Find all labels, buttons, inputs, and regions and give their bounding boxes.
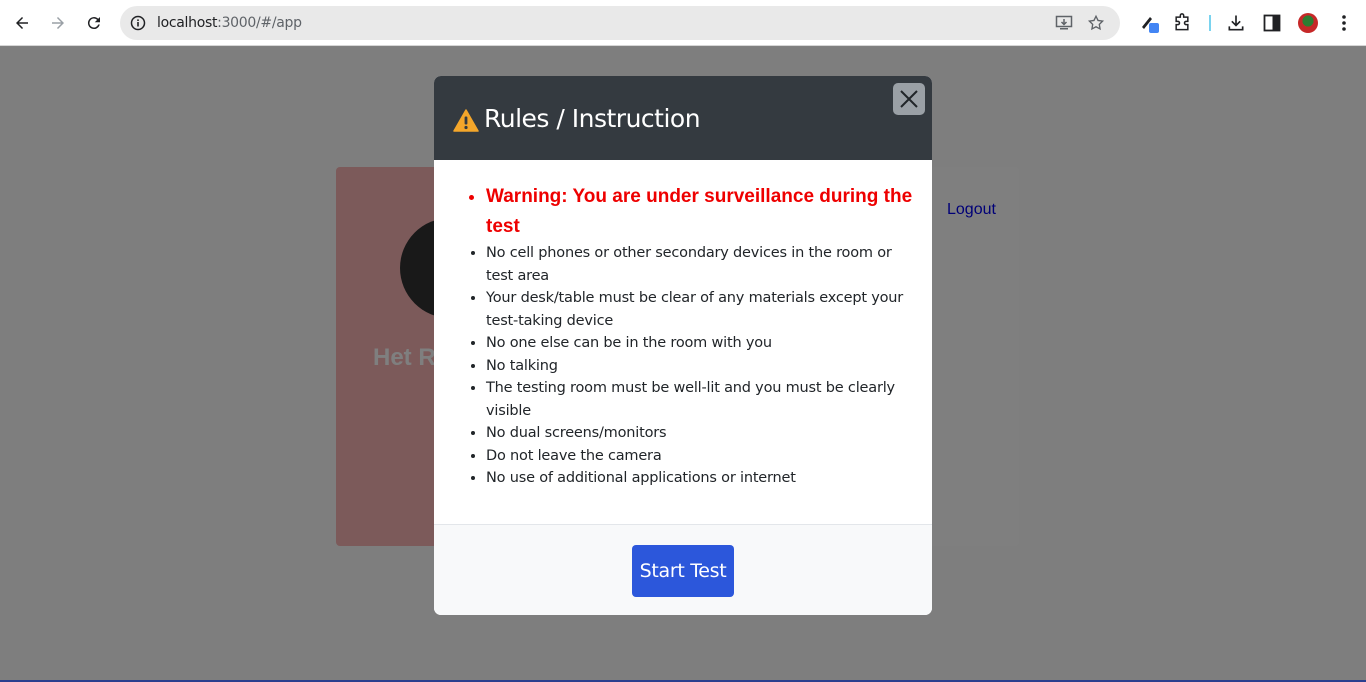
warning-icon (453, 109, 479, 132)
profile-avatar[interactable] (1298, 13, 1318, 33)
modal-body: Warning: You are under surveillance duri… (434, 160, 932, 524)
rule-item: No one else can be in the room with you (486, 332, 914, 355)
modal-footer: Start Test (434, 524, 932, 615)
extensions-puzzle-icon[interactable] (1171, 12, 1193, 34)
menu-kebab-icon[interactable] (1333, 12, 1355, 34)
reload-icon (87, 17, 100, 30)
rule-item: Do not leave the camera (486, 445, 914, 468)
toolbar-separator (1209, 15, 1211, 31)
bookmark-star-icon[interactable] (1086, 13, 1106, 33)
back-arrow-icon (16, 17, 28, 29)
address-bar[interactable]: localhost:3000/#/app (120, 6, 1120, 40)
forward-button[interactable] (44, 9, 72, 37)
rule-item: No use of additional applications or int… (486, 467, 914, 490)
rules-list: Warning: You are under surveillance duri… (486, 182, 914, 490)
rule-item: The testing room must be well-lit and yo… (486, 377, 914, 422)
reload-button[interactable] (80, 9, 108, 37)
rule-item: Your desk/table must be clear of any mat… (486, 287, 914, 332)
side-panel-icon[interactable] (1261, 12, 1283, 34)
extension-pen-icon[interactable] (1139, 12, 1161, 34)
modal-header: Rules / Instruction (434, 76, 932, 160)
download-icon[interactable] (1225, 12, 1247, 34)
url-text[interactable]: localhost:3000/#/app (157, 15, 302, 31)
close-icon (900, 90, 918, 108)
rule-item: No talking (486, 355, 914, 378)
url-path: :3000/#/app (217, 15, 302, 31)
site-info-icon[interactable] (128, 13, 148, 33)
rule-item: No dual screens/monitors (486, 422, 914, 445)
modal-title: Rules / Instruction (484, 104, 701, 133)
rule-item: No cell phones or other secondary device… (486, 242, 914, 287)
surveillance-warning: Warning: You are under surveillance duri… (486, 182, 914, 242)
url-host: localhost (157, 15, 218, 31)
forward-arrow-icon (52, 17, 64, 29)
rules-modal: Rules / Instruction Warning: You are und… (434, 76, 932, 615)
close-button[interactable] (893, 83, 925, 115)
browser-toolbar: localhost:3000/#/app (0, 0, 1366, 46)
start-test-button[interactable]: Start Test (632, 545, 734, 597)
back-button[interactable] (8, 9, 36, 37)
install-app-icon[interactable] (1054, 13, 1074, 33)
